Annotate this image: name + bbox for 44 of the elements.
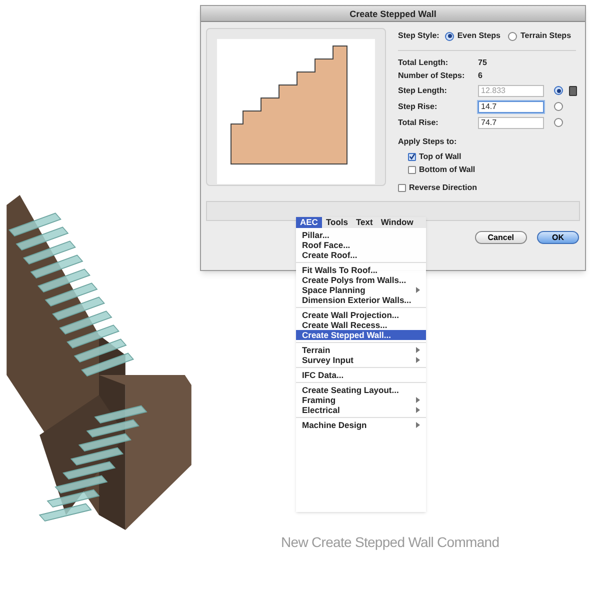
info-value: 75: [478, 56, 487, 68]
field-label: Step Length:: [398, 84, 448, 96]
menu-item[interactable]: Survey Input: [296, 355, 426, 365]
dialog-title: Create Stepped Wall: [201, 6, 585, 22]
menu-item[interactable]: IFC Data...: [296, 370, 426, 380]
menu-bar-item[interactable]: Window: [376, 217, 418, 228]
caption: New Create Stepped Wall Command: [281, 533, 500, 552]
checkbox[interactable]: Reverse Direction: [398, 182, 580, 193]
menu-item[interactable]: Pillar...: [296, 230, 426, 240]
info-label: Total Length:: [398, 56, 450, 68]
info-value: 6: [478, 70, 482, 82]
menu-item[interactable]: Create Polys from Walls...: [296, 275, 426, 285]
radio-button[interactable]: Even Steps: [445, 30, 500, 42]
menu-bar-item[interactable]: AEC: [296, 217, 322, 228]
number-field[interactable]: 74.7: [478, 116, 544, 128]
dialog-button[interactable]: OK: [537, 231, 579, 244]
step-style-label: Step Style:: [398, 30, 440, 42]
menu-item[interactable]: Terrain: [296, 345, 426, 355]
menu-item[interactable]: Create Seating Layout...: [296, 385, 426, 395]
menu-item[interactable]: Fit Walls To Roof...: [296, 265, 426, 275]
menu-item[interactable]: Framing: [296, 395, 426, 405]
radio-button[interactable]: [554, 118, 563, 127]
info-label: Number of Steps:: [398, 70, 466, 82]
menu-item[interactable]: Create Roof...: [296, 250, 426, 260]
menu-item[interactable]: Create Stepped Wall...: [296, 330, 426, 340]
menu-item[interactable]: Dimension Exterior Walls...: [296, 295, 426, 305]
menu-item[interactable]: Create Wall Recess...: [296, 320, 426, 330]
dialog-button[interactable]: Cancel: [474, 231, 527, 244]
menu-item[interactable]: Roof Face...: [296, 240, 426, 250]
number-field[interactable]: 14.7: [478, 100, 544, 112]
checkmark-icon: [409, 153, 415, 160]
checkbox[interactable]: Top of Wall: [408, 151, 580, 162]
field-label: Step Rise:: [398, 100, 438, 112]
radio-button[interactable]: [554, 102, 563, 111]
radio-button[interactable]: Terrain Steps: [508, 30, 572, 42]
menu-bar-item[interactable]: Text: [352, 217, 377, 228]
menu-item[interactable]: Create Wall Projection...: [296, 310, 426, 320]
menu-bar-item[interactable]: Tools: [322, 217, 352, 228]
field-label: Total Rise:: [398, 116, 440, 128]
apply-steps-label: Apply Steps to:: [398, 136, 458, 148]
menu-item[interactable]: Machine Design: [296, 420, 426, 430]
checkbox[interactable]: Bottom of Wall: [408, 164, 580, 175]
menu-item[interactable]: Electrical: [296, 405, 426, 415]
menu-item[interactable]: Space Planning: [296, 285, 426, 295]
